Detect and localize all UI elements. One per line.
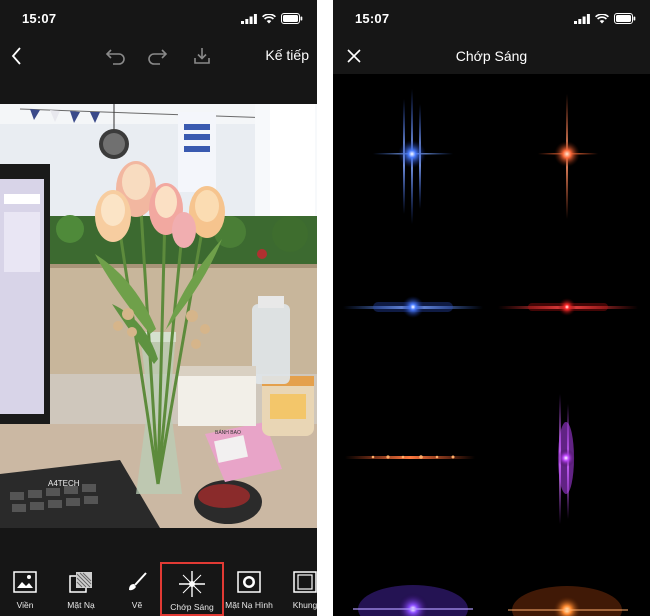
download-icon: [194, 48, 210, 64]
status-time: 15:07: [22, 11, 57, 26]
brush-icon: [129, 572, 147, 591]
flare-option-orange-dotted-streak[interactable]: [345, 455, 475, 459]
status-bar: 15:07: [333, 0, 650, 36]
flare-option-blue-horizontal-streak[interactable]: [343, 296, 483, 318]
battery-icon: [281, 13, 303, 24]
mask-icon: [69, 572, 92, 593]
next-button[interactable]: Kế tiếp: [265, 47, 309, 63]
flare-option-red-horizontal-streak[interactable]: [498, 298, 638, 316]
tool-label: Vẽ: [131, 600, 143, 610]
card-text: BÁNH BAO: [215, 429, 241, 436]
editor-navbar: Kế tiếp: [0, 36, 317, 76]
chevron-left-icon: [11, 47, 21, 65]
redo-icon: [148, 49, 168, 65]
battery-icon: [614, 13, 636, 24]
flare-option-amber-glow[interactable]: [508, 586, 628, 616]
office-desk-flowers-image: A4TECH BÁNH BAO: [0, 104, 317, 528]
wifi-icon: [595, 13, 609, 23]
page-title: Chớp Sáng: [455, 48, 528, 64]
flare-option-purple-vertical-star[interactable]: [557, 394, 575, 524]
signal-icon: [574, 13, 590, 24]
status-bar: 15:07: [0, 0, 317, 36]
tool-label: Mặt Nạ Hình: [225, 600, 273, 610]
signal-icon: [241, 13, 257, 24]
frame-picture-icon: [13, 571, 37, 593]
tool-label: Khung: [292, 600, 317, 610]
undo-button[interactable]: [102, 44, 128, 68]
editor-screen: 15:07 Kế tiếp A4TECH BÁNH BAO Viền Mặt N…: [0, 0, 317, 616]
redo-button[interactable]: [145, 44, 171, 68]
border-frame-icon: [293, 571, 317, 593]
undo-icon: [105, 49, 125, 65]
flare-icon: [179, 571, 205, 597]
tool-border[interactable]: Khung: [274, 562, 317, 616]
tool-label: Chớp Sáng: [170, 602, 214, 612]
status-time: 15:07: [355, 11, 390, 26]
flare-picker-screen: 15:07 Chớp Sáng: [333, 0, 650, 616]
tool-shape-mask[interactable]: Mặt Nạ Hình: [218, 562, 280, 616]
tool-label: Viền: [16, 600, 34, 610]
tool-mask[interactable]: Mặt Nạ: [50, 562, 112, 616]
edited-photo: A4TECH BÁNH BAO: [0, 104, 317, 528]
flare-option-blue-vertical-star[interactable]: [373, 89, 453, 224]
tool-label: Mặt Nạ: [67, 600, 95, 610]
tool-draw[interactable]: Vẽ: [106, 562, 168, 616]
tool-flare[interactable]: Chớp Sáng: [160, 562, 224, 616]
status-icons: [241, 13, 303, 24]
back-button[interactable]: [4, 44, 30, 68]
flare-option-violet-glow[interactable]: [353, 585, 473, 616]
status-icons: [574, 13, 636, 24]
flare-option-orange-vertical-star[interactable]: [538, 94, 598, 219]
download-button[interactable]: [189, 44, 215, 68]
shape-mask-icon: [237, 571, 261, 593]
edit-toolbar: Viền Mặt Nạ Vẽ Chớp Sáng Mặt Nạ Hình Khu…: [0, 562, 317, 616]
tool-frame[interactable]: Viền: [0, 562, 56, 616]
wifi-icon: [262, 13, 276, 23]
flare-grid: [333, 74, 650, 616]
flare-header: Chớp Sáng: [333, 36, 650, 76]
